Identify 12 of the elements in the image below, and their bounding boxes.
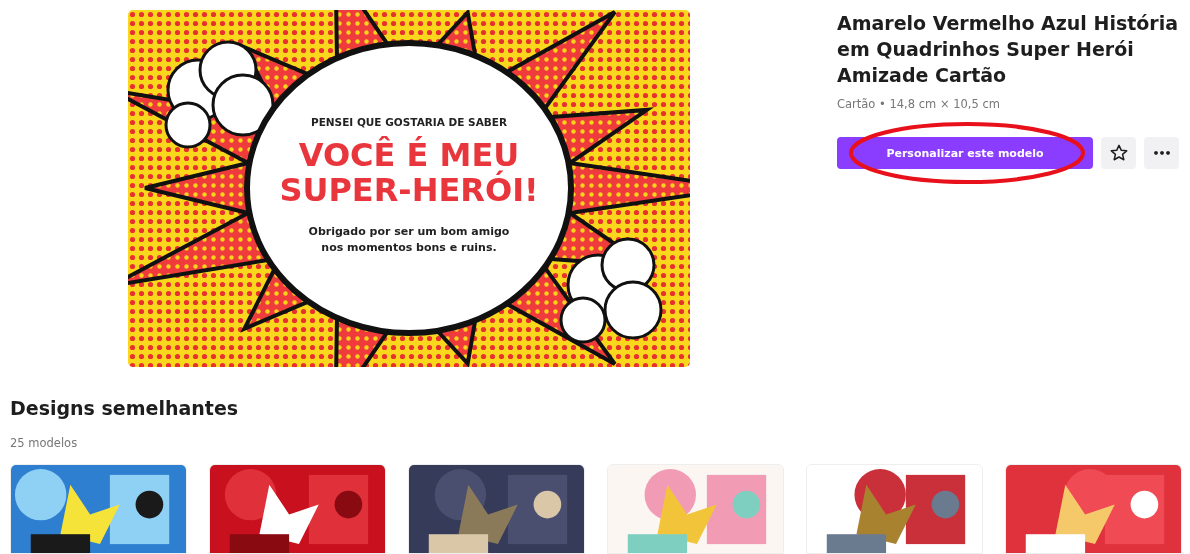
template-count: 25 modelos	[10, 436, 79, 450]
star-icon	[1108, 143, 1129, 163]
card-message: nos momentos bons e ruins.	[320, 239, 498, 256]
template-size: Cartão • 14,8 cm × 10,5 cm	[837, 97, 1001, 111]
template-title: Amarelo Vermelho Azul História em Quadrinhos Super Herói Amizade Cartão	[837, 11, 1180, 88]
favorite-button[interactable]	[1101, 137, 1136, 169]
card-kicker: PENSEI QUE GOSTARIA DE SABER	[310, 115, 508, 128]
more-button[interactable]: •••	[1144, 137, 1179, 169]
card-headline: SUPER-HERÓI!	[279, 172, 539, 208]
section-heading: Designs semelhantes	[10, 397, 240, 419]
card-message: Obrigado por ser um bom amigo	[308, 223, 510, 240]
customize-button[interactable]: Personalizar este modelo	[837, 137, 1093, 169]
